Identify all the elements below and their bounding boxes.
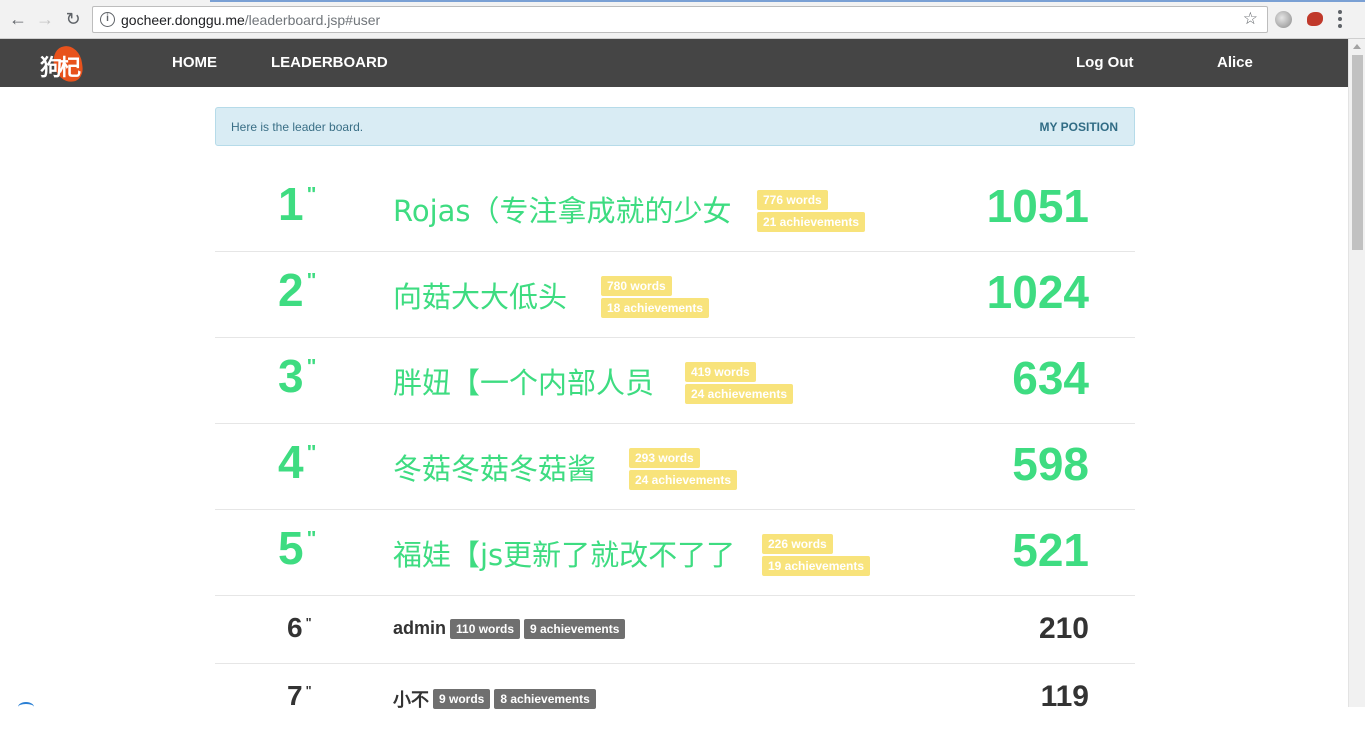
user-name[interactable]: 向菇大大低头	[393, 274, 567, 316]
alert-message: Here is the leader board.	[231, 120, 364, 134]
forward-button[interactable]: →	[35, 9, 55, 29]
score: 1024	[986, 266, 1089, 318]
rank-number: 1 "	[278, 178, 317, 230]
address-bar[interactable]: i gocheer.donggu.me/leaderboard.jsp#user…	[92, 6, 1268, 33]
leaderboard-row: 5 " 福娃【js更新了就改不了了 226 words 19 achievemen…	[215, 510, 1135, 596]
user-tags: 780 words 18 achievements	[601, 276, 710, 320]
page-scrollbar[interactable]	[1348, 39, 1365, 707]
rank-number: 4 "	[278, 436, 317, 488]
user-tags: 419 words 24 achievements	[685, 362, 794, 406]
nav-home-link[interactable]: HOME	[172, 54, 217, 71]
logout-link[interactable]: Log Out	[1076, 54, 1133, 71]
leaderboard-row: 1 " Rojas（专注拿成就的少女 776 words 21 achieveme…	[215, 166, 1135, 252]
rank-number: 6 "	[287, 612, 312, 643]
my-position-link[interactable]: MY POSITION	[1040, 120, 1118, 134]
leaderboard-row: 4 " 冬菇冬菇冬菇酱 293 words 24 achievements 598	[215, 424, 1135, 510]
words-badge: 780 words	[601, 276, 672, 296]
browser-toolbar: ← → ↻ i gocheer.donggu.me/leaderboard.js…	[0, 0, 1365, 39]
leaderboard-row: 2 " 向菇大大低头 780 words 18 achievements 1024	[215, 252, 1135, 338]
logo-text: 狗杞	[40, 55, 81, 81]
achievements-badge: 21 achievements	[757, 212, 866, 232]
achievements-badge: 18 achievements	[601, 298, 710, 318]
user-tags: 226 words 19 achievements	[762, 534, 871, 578]
url-text[interactable]: gocheer.donggu.me/leaderboard.jsp#user	[121, 12, 380, 28]
user-name[interactable]: 福娃【js更新了就改不了了	[393, 532, 735, 574]
bookmark-star-icon[interactable]: ☆	[1243, 9, 1258, 29]
achievements-badge: 19 achievements	[762, 556, 871, 576]
leaderboard-row: 3 " 胖妞【一个内部人员 419 words 24 achievements 6…	[215, 338, 1135, 424]
score: 119	[1040, 680, 1089, 713]
rank-number: 7 "	[287, 680, 312, 711]
info-icon[interactable]: i	[100, 12, 115, 27]
score: 1051	[986, 180, 1089, 232]
globe-extension-icon[interactable]	[1275, 11, 1292, 28]
user-line: 小不 9 words 8 achievements	[393, 686, 596, 712]
leaderboard-row: 7 " 小不 9 words 8 achievements 119	[215, 664, 1135, 732]
user-line: admin 110 words 9 achievements	[393, 618, 626, 639]
score: 521	[1012, 524, 1089, 576]
back-button[interactable]: ←	[8, 9, 28, 29]
user-name-link[interactable]: Alice	[1217, 54, 1253, 71]
browser-menu-icon[interactable]	[1338, 10, 1342, 28]
rank-number: 5 "	[278, 522, 317, 574]
words-badge: 419 words	[685, 362, 756, 382]
rank-number: 3 "	[278, 350, 317, 402]
score: 598	[1012, 438, 1089, 490]
nav-leaderboard-link[interactable]: LEADERBOARD	[271, 54, 388, 71]
scrollbar-thumb[interactable]	[1352, 55, 1363, 250]
user-name[interactable]: 冬菇冬菇冬菇酱	[393, 446, 596, 488]
words-badge: 110 words	[450, 618, 521, 639]
site-navbar: 狗杞 HOME LEADERBOARD Log Out Alice	[0, 39, 1348, 87]
achievements-badge: 8 achievements	[494, 689, 596, 709]
achievements-badge: 9 achievements	[524, 618, 626, 639]
leaderboard-row: 6 " admin 110 words 9 achievements 210	[215, 596, 1135, 664]
user-name[interactable]: Rojas（专注拿成就的少女	[393, 188, 732, 230]
scroll-up-icon[interactable]	[1353, 44, 1361, 49]
reload-button[interactable]: ↻	[63, 9, 83, 29]
words-badge: 293 words	[629, 448, 700, 468]
user-tags: 776 words 21 achievements	[757, 190, 866, 234]
user-tags: 293 words 24 achievements	[629, 448, 738, 492]
user-name[interactable]: 小不	[393, 686, 429, 712]
user-name[interactable]: admin	[393, 618, 446, 639]
url-path: /leaderboard.jsp#user	[244, 12, 381, 28]
achievements-badge: 24 achievements	[629, 470, 738, 490]
url-domain: gocheer.donggu.me	[121, 12, 245, 28]
score: 634	[1012, 352, 1089, 404]
tab-strip-edge	[210, 0, 1365, 2]
words-badge: 776 words	[757, 190, 828, 210]
words-badge: 226 words	[762, 534, 833, 554]
floating-widget-edge[interactable]	[18, 702, 34, 712]
site-logo[interactable]: 狗杞	[40, 44, 92, 84]
rank-number: 2 "	[278, 264, 317, 316]
words-badge: 9 words	[433, 689, 491, 709]
info-alert: Here is the leader board. MY POSITION	[215, 107, 1135, 146]
extension-icon[interactable]	[1307, 12, 1323, 26]
achievements-badge: 24 achievements	[685, 384, 794, 404]
user-name[interactable]: 胖妞【一个内部人员	[393, 360, 654, 402]
score: 210	[1038, 612, 1089, 645]
